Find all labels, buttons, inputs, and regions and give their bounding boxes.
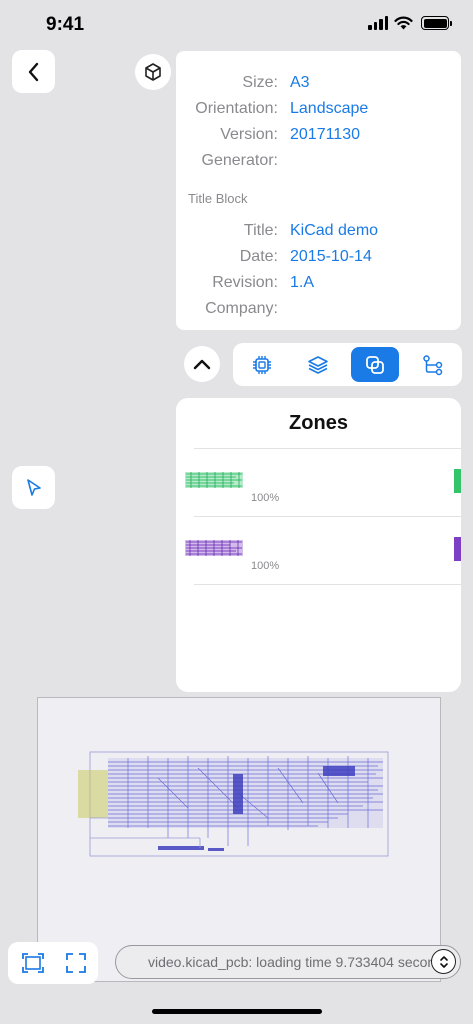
info-value: 20171130: [290, 126, 360, 143]
cube-icon: [145, 63, 161, 81]
back-button[interactable]: [12, 50, 55, 93]
chevron-left-icon: [28, 62, 38, 81]
info-row-version: Version: 20171130: [176, 126, 461, 150]
info-row-size: Size: A3: [176, 74, 461, 98]
pcb-board-drawing: [78, 751, 389, 857]
tab-layers[interactable]: [294, 347, 342, 382]
info-label: Company:: [205, 300, 278, 317]
chip-icon: [253, 355, 271, 374]
info-value: Landscape: [290, 100, 369, 117]
wifi-icon: [394, 16, 413, 30]
nets-icon: [423, 354, 443, 375]
view-controls: [8, 942, 98, 984]
title-block-heading: Title Block: [188, 191, 248, 206]
fit-screen-icon: [22, 953, 44, 973]
log-bar[interactable]: video.kicad_pcb: loading time 9.733404 s…: [115, 945, 461, 979]
info-row-company: Company:: [176, 300, 461, 324]
info-row-revision: Revision: 1.A: [176, 274, 461, 298]
cellular-signal-icon: [368, 16, 388, 30]
info-label: Orientation:: [195, 100, 278, 117]
zone-color-swatch: [454, 469, 461, 493]
zone-row[interactable]: 100%: [176, 517, 461, 585]
fullscreen-button[interactable]: [63, 950, 89, 976]
chevron-up-down-icon: [439, 955, 448, 968]
divider: [194, 584, 461, 585]
tab-nets[interactable]: [409, 347, 457, 382]
info-row-orientation: Orientation: Landscape: [176, 100, 461, 124]
zones-icon: [366, 355, 384, 374]
zone-thumbnail: [185, 472, 243, 488]
battery-icon: [421, 16, 452, 30]
info-label: Size:: [242, 74, 278, 91]
info-label: Generator:: [201, 152, 278, 169]
log-text: video.kicad_pcb: loading time 9.733404 s…: [148, 954, 450, 970]
info-value: KiCad demo: [290, 222, 379, 239]
collapse-panel-button[interactable]: [184, 346, 220, 382]
document-info-panel: Size: A3 Orientation: Landscape Version:…: [176, 51, 461, 330]
layers-icon: [308, 355, 328, 374]
zones-title: Zones: [289, 412, 348, 434]
info-label: Title:: [243, 222, 278, 239]
info-value: 2015-10-14: [290, 248, 372, 265]
zone-percent: 100%: [251, 560, 280, 572]
fullscreen-icon: [66, 953, 86, 973]
chevron-up-icon: [193, 359, 211, 370]
info-label: Date:: [239, 248, 278, 265]
status-time: 9:41: [46, 14, 85, 35]
info-value: 1.A: [290, 274, 315, 291]
pcb-canvas[interactable]: [37, 697, 441, 982]
zone-percent: 100%: [251, 492, 280, 504]
info-row-title: Title: KiCad demo: [176, 222, 461, 246]
log-stepper-button[interactable]: [431, 949, 456, 974]
info-value: A3: [290, 74, 310, 91]
tab-components[interactable]: [238, 347, 286, 382]
status-icons: [368, 16, 452, 30]
tab-zones[interactable]: [351, 347, 399, 382]
info-row-generator: Generator:: [176, 152, 461, 176]
cursor-arrow-icon: [26, 478, 41, 496]
zone-thumbnail: [185, 540, 243, 556]
zones-panel: Zones 100% 100%: [176, 398, 461, 692]
home-indicator: [152, 1009, 322, 1014]
3d-view-button[interactable]: [135, 54, 171, 90]
panel-tab-bar: [233, 343, 462, 386]
zone-color-swatch: [454, 537, 461, 561]
info-label: Version:: [220, 126, 278, 143]
zone-row[interactable]: 100%: [176, 449, 461, 517]
fit-view-button[interactable]: [20, 950, 46, 976]
info-label: Revision:: [212, 274, 278, 291]
info-row-date: Date: 2015-10-14: [176, 248, 461, 272]
status-bar: 9:41: [0, 0, 473, 50]
select-tool-button[interactable]: [12, 466, 55, 509]
